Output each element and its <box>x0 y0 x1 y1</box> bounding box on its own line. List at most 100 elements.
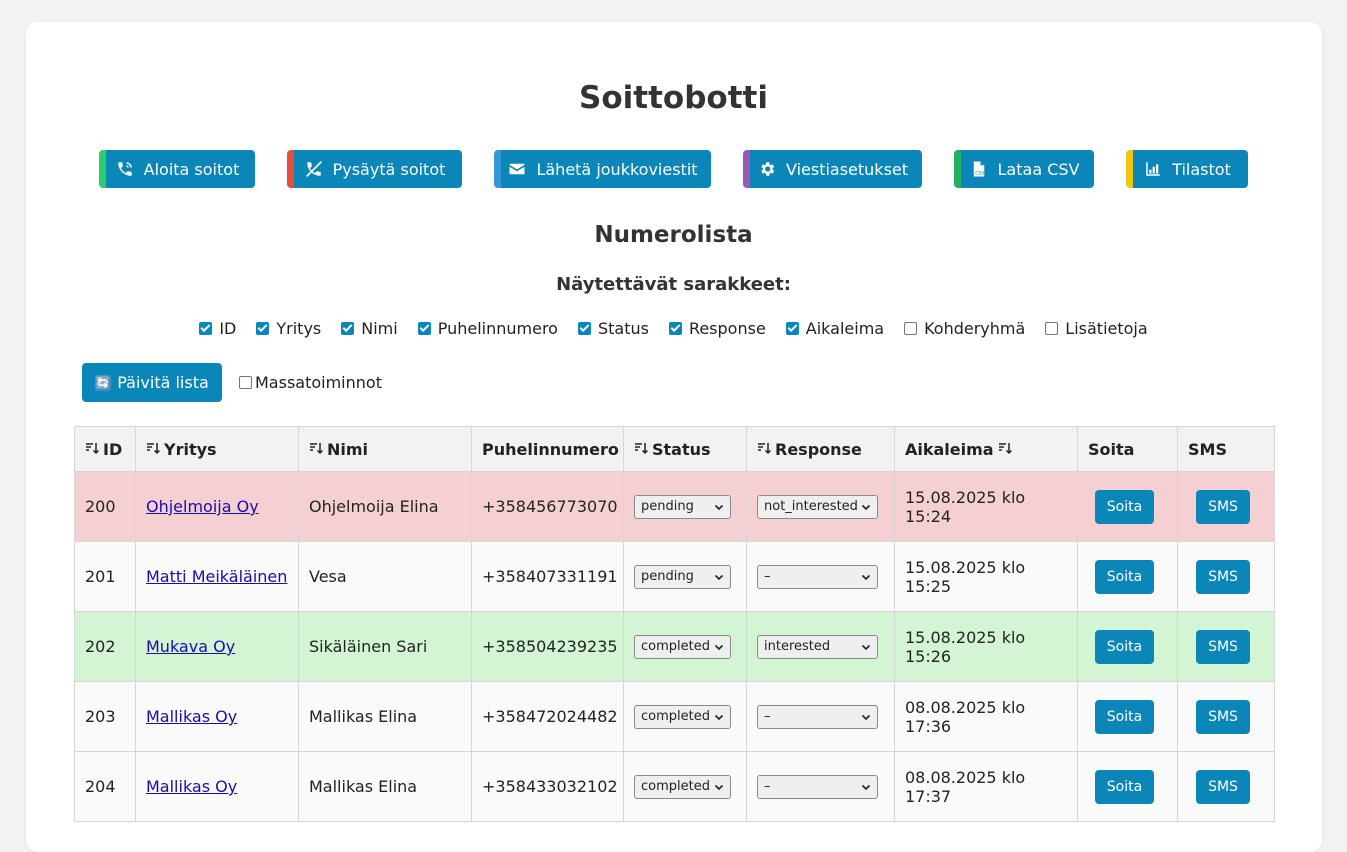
response-select[interactable]: interested <box>757 634 878 659</box>
checkbox-kohderyhma[interactable] <box>904 321 918 335</box>
cell-id: 204 <box>74 751 136 822</box>
response-value: interested <box>764 639 831 654</box>
column-option-label: Kohderyhmä <box>924 318 1026 338</box>
sms-button[interactable]: SMS <box>1196 559 1250 594</box>
column-option-label: Status <box>597 318 649 338</box>
cell-sms: SMS <box>1177 541 1275 612</box>
cell-name: Sikäläinen Sari <box>298 611 472 682</box>
response-select[interactable]: – <box>757 564 878 589</box>
cell-company: Matti Meikäläinen <box>135 541 299 612</box>
status-select[interactable]: pending <box>634 494 731 519</box>
checkbox-lisatietoja[interactable] <box>1045 321 1059 335</box>
header-status[interactable]: Status <box>623 426 747 472</box>
company-link[interactable]: Matti Meikäläinen <box>146 567 287 586</box>
message-settings-button[interactable]: Viestiasetukset <box>743 150 922 188</box>
column-option-nimi[interactable]: Nimi <box>341 317 398 339</box>
cell-status: completed <box>623 681 747 752</box>
sms-button[interactable]: SMS <box>1196 489 1250 524</box>
cell-company: Mukava Oy <box>135 611 299 682</box>
send-bulk-messages-label: Lähetä joukkoviestit <box>536 159 698 179</box>
header-aikaleima[interactable]: Aikaleima <box>894 426 1078 472</box>
cell-response: – <box>746 681 895 752</box>
company-link[interactable]: Mukava Oy <box>146 637 235 656</box>
column-option-label: ID <box>219 318 237 338</box>
company-link[interactable]: Mallikas Oy <box>146 777 237 796</box>
start-calls-button[interactable]: Aloita soitot <box>99 150 255 188</box>
cell-call: Soita <box>1077 681 1178 752</box>
response-value: – <box>764 779 771 794</box>
call-button[interactable]: Soita <box>1095 629 1154 664</box>
column-option-kohderyhma[interactable]: Kohderyhmä <box>904 317 1025 339</box>
sort-icon <box>998 441 1012 455</box>
chevron-down-icon <box>714 784 724 790</box>
company-link[interactable]: Ohjelmoija Oy <box>146 497 259 516</box>
call-button[interactable]: Soita <box>1095 769 1154 804</box>
header-response[interactable]: Response <box>746 426 895 472</box>
cell-sms: SMS <box>1177 751 1275 822</box>
cell-phone: +358407331191 <box>471 541 624 612</box>
column-option-puhelinnumero[interactable]: Puhelinnumero <box>417 317 558 339</box>
download-csv-button[interactable]: CSV Lataa CSV <box>954 150 1094 188</box>
checkbox-puhelinnumero[interactable] <box>417 321 431 335</box>
column-option-yritys[interactable]: Yritys <box>256 317 321 339</box>
checkbox-status[interactable] <box>577 321 591 335</box>
response-select[interactable]: – <box>757 774 878 799</box>
sms-button[interactable]: SMS <box>1196 699 1250 734</box>
company-link[interactable]: Mallikas Oy <box>146 707 237 726</box>
stop-calls-button[interactable]: Pysäytä soitot <box>287 150 462 188</box>
status-value: completed <box>641 779 710 794</box>
cell-phone: +358456773070 <box>471 471 624 542</box>
chevron-down-icon <box>861 574 871 580</box>
sort-icon <box>85 441 100 455</box>
checkbox-nimi[interactable] <box>341 321 355 335</box>
column-option-lisatietoja[interactable]: Lisätietoja <box>1045 317 1148 339</box>
column-option-id[interactable]: ID <box>199 317 236 339</box>
response-select[interactable]: not_interested <box>757 494 878 519</box>
header-nimi[interactable]: Nimi <box>298 426 472 472</box>
status-select[interactable]: completed <box>634 704 731 729</box>
status-value: pending <box>641 569 694 584</box>
sms-button[interactable]: SMS <box>1196 629 1250 664</box>
table-row: 203 Mallikas Oy Mallikas Elina +35847202448… <box>74 681 1275 752</box>
cell-timestamp: 08.08.2025 klo 17:36 <box>894 681 1078 752</box>
chevron-down-icon <box>861 644 871 650</box>
status-select[interactable]: pending <box>634 564 731 589</box>
header-yritys[interactable]: Yritys <box>135 426 299 472</box>
column-option-status[interactable]: Status <box>577 317 649 339</box>
call-button[interactable]: Soita <box>1095 559 1154 594</box>
checkbox-aikaleima[interactable] <box>785 321 799 335</box>
status-select[interactable]: completed <box>634 634 731 659</box>
cell-call: Soita <box>1077 611 1178 682</box>
cell-phone: +358433032102 <box>471 751 624 822</box>
page-title: Soittobotti <box>579 80 768 116</box>
table-header-row: ID Yritys Nimi Puhelinnumero Status Resp… <box>74 426 1275 472</box>
checkbox-yritys[interactable] <box>256 321 270 335</box>
send-bulk-messages-button[interactable]: Lähetä joukkoviestit <box>494 150 711 188</box>
checkbox-response[interactable] <box>668 321 682 335</box>
header-puhelinnumero: Puhelinnumero <box>471 426 624 472</box>
response-select[interactable]: – <box>757 704 878 729</box>
cell-timestamp: 15.08.2025 klo 15:24 <box>894 471 1078 542</box>
cell-timestamp: 15.08.2025 klo 15:25 <box>894 541 1078 612</box>
checkbox-id[interactable] <box>199 321 213 335</box>
chevron-down-icon <box>714 504 724 510</box>
call-button[interactable]: Soita <box>1095 699 1154 734</box>
status-select[interactable]: completed <box>634 774 731 799</box>
cell-response: – <box>746 541 895 612</box>
refresh-icon: 🔄 <box>95 374 112 391</box>
refresh-list-button[interactable]: 🔄 Päivitä lista <box>82 363 222 402</box>
call-button[interactable]: Soita <box>1095 489 1154 524</box>
cell-id: 200 <box>74 471 136 542</box>
sms-button[interactable]: SMS <box>1196 769 1250 804</box>
column-option-response[interactable]: Response <box>668 317 766 339</box>
header-label: Aikaleima <box>905 439 994 459</box>
cell-status: completed <box>623 751 747 822</box>
column-option-label: Nimi <box>361 318 398 338</box>
bulk-actions-checkbox[interactable] <box>239 376 252 389</box>
bulk-actions-toggle[interactable]: Massatoiminnot <box>239 373 382 392</box>
download-csv-label: Lataa CSV <box>997 159 1080 179</box>
header-id[interactable]: ID <box>74 426 136 472</box>
statistics-button[interactable]: Tilastot <box>1126 150 1248 188</box>
section-title: Numerolista <box>594 222 753 248</box>
column-option-aikaleima[interactable]: Aikaleima <box>785 317 884 339</box>
